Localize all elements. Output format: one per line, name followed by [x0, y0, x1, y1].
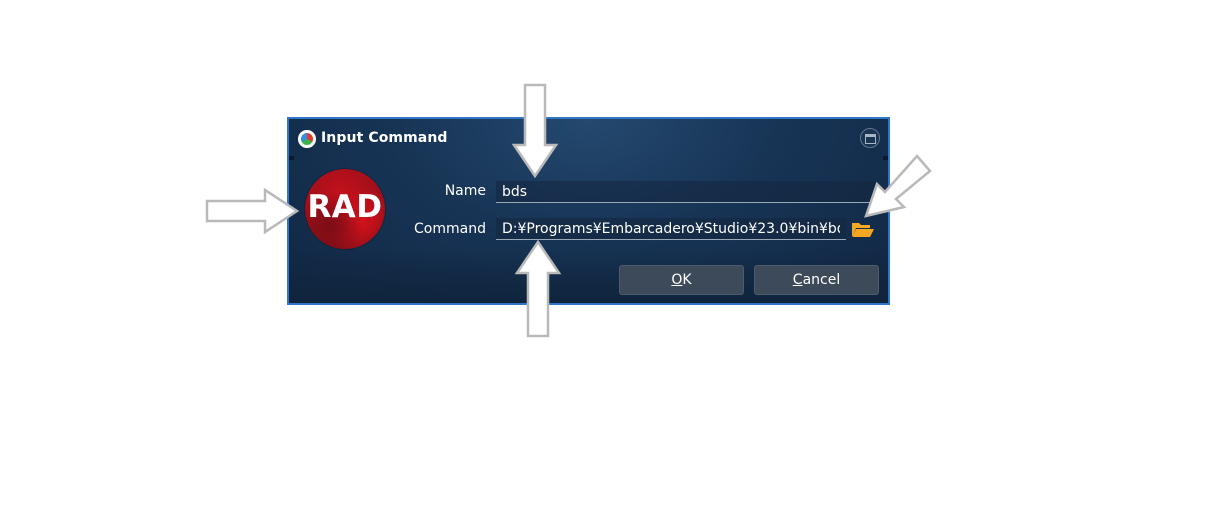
title-divider-left [289, 156, 294, 160]
app-icon [298, 130, 316, 148]
dialog-title: Input Command [321, 130, 448, 146]
command-label: Command [414, 221, 486, 237]
rad-logo: RAD [305, 169, 385, 249]
input-command-dialog: Input Command RAD Name Command OK Cancel [287, 117, 890, 305]
folder-open-icon [852, 223, 874, 237]
restore-icon [865, 134, 876, 144]
screenshot-stage: Input Command RAD Name Command OK Cancel [0, 0, 1229, 532]
cancel-label: ancel [802, 272, 841, 288]
ok-accelerator: O [671, 272, 683, 288]
cancel-accelerator: C [792, 272, 803, 288]
ok-label: K [682, 272, 692, 288]
title-bar[interactable]: Input Command [289, 119, 888, 160]
name-input[interactable] [496, 181, 876, 203]
restore-button[interactable] [860, 128, 880, 148]
annotation-arrow-name [511, 83, 559, 179]
browse-button[interactable] [849, 217, 877, 241]
name-label: Name [444, 183, 486, 199]
ok-button[interactable]: OK [619, 265, 744, 295]
annotation-arrow-logo [205, 187, 300, 235]
annotation-arrow-browse [864, 154, 932, 218]
cancel-button[interactable]: Cancel [754, 265, 879, 295]
command-input[interactable] [496, 218, 846, 240]
annotation-arrow-command [514, 239, 562, 338]
